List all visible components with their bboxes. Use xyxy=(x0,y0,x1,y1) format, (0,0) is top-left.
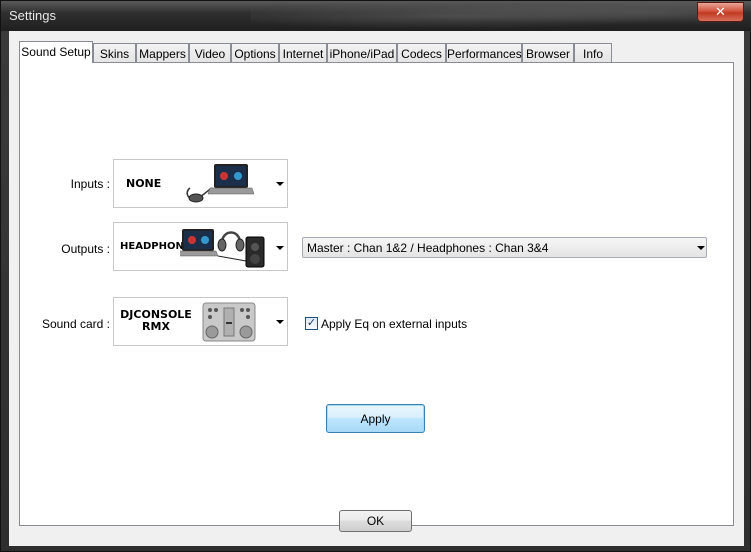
tab-performances[interactable]: Performances xyxy=(446,43,522,63)
tab-skins[interactable]: Skins xyxy=(93,43,136,63)
tab-sound-setup[interactable]: Sound Setup xyxy=(19,41,93,63)
ok-button[interactable]: OK xyxy=(339,510,412,532)
sound-card-dropdown-arrow-icon xyxy=(276,320,284,324)
tab-info[interactable]: Info xyxy=(574,43,612,63)
tab-internet[interactable]: Internet xyxy=(279,43,327,63)
sound-card-name: DJCONSOLE RMX xyxy=(118,309,194,333)
channel-mapping-value: Master : Chan 1&2 / Headphones : Chan 3&… xyxy=(307,241,549,255)
settings-window: Settings ✕ Sound Setup Skins Mappers Vid… xyxy=(0,0,751,552)
sound-card-select[interactable]: DJCONSOLE RMX xyxy=(113,297,288,346)
dialog-body: Sound Setup Skins Mappers Video Options … xyxy=(9,31,744,546)
close-icon: ✕ xyxy=(715,4,726,20)
inputs-label: Inputs : xyxy=(70,177,110,191)
tab-options[interactable]: Options xyxy=(231,43,279,63)
close-button[interactable]: ✕ xyxy=(697,2,744,22)
channel-mapping-select[interactable]: Master : Chan 1&2 / Headphones : Chan 3&… xyxy=(302,237,707,258)
outputs-device-select[interactable]: HEADPHONES xyxy=(113,222,288,271)
sound-setup-panel: Inputs : NONE Outputs : HEADPHONES Maste… xyxy=(19,62,734,526)
outputs-label: Outputs : xyxy=(61,242,110,256)
tab-iphone-ipad[interactable]: iPhone/iPad xyxy=(327,43,397,63)
sound-card-name-line2: RMX xyxy=(142,320,170,333)
apply-button[interactable]: Apply xyxy=(326,404,425,433)
apply-eq-label: Apply Eq on external inputs xyxy=(321,317,468,331)
inputs-dropdown-arrow-icon xyxy=(276,182,284,186)
laptop-headphones-speaker-icon xyxy=(180,229,265,268)
title-bar[interactable]: Settings ✕ xyxy=(1,1,751,31)
sound-card-label: Sound card : xyxy=(41,317,110,331)
tab-browser[interactable]: Browser xyxy=(522,43,574,63)
window-title: Settings xyxy=(9,8,56,23)
laptop-with-mouse-icon xyxy=(186,164,254,203)
channel-mapping-dropdown-arrow-icon xyxy=(697,246,705,250)
title-bar-background xyxy=(251,1,731,31)
inputs-device-name: NONE xyxy=(126,177,162,190)
tab-codecs[interactable]: Codecs xyxy=(397,43,446,63)
outputs-dropdown-arrow-icon xyxy=(276,246,284,250)
apply-eq-checkbox[interactable]: ✓ xyxy=(305,317,318,330)
checkmark-icon: ✓ xyxy=(306,317,317,329)
tab-video[interactable]: Video xyxy=(189,43,231,63)
inputs-device-select[interactable]: NONE xyxy=(113,159,288,208)
dj-controller-icon xyxy=(202,302,256,342)
tab-mappers[interactable]: Mappers xyxy=(136,43,189,63)
